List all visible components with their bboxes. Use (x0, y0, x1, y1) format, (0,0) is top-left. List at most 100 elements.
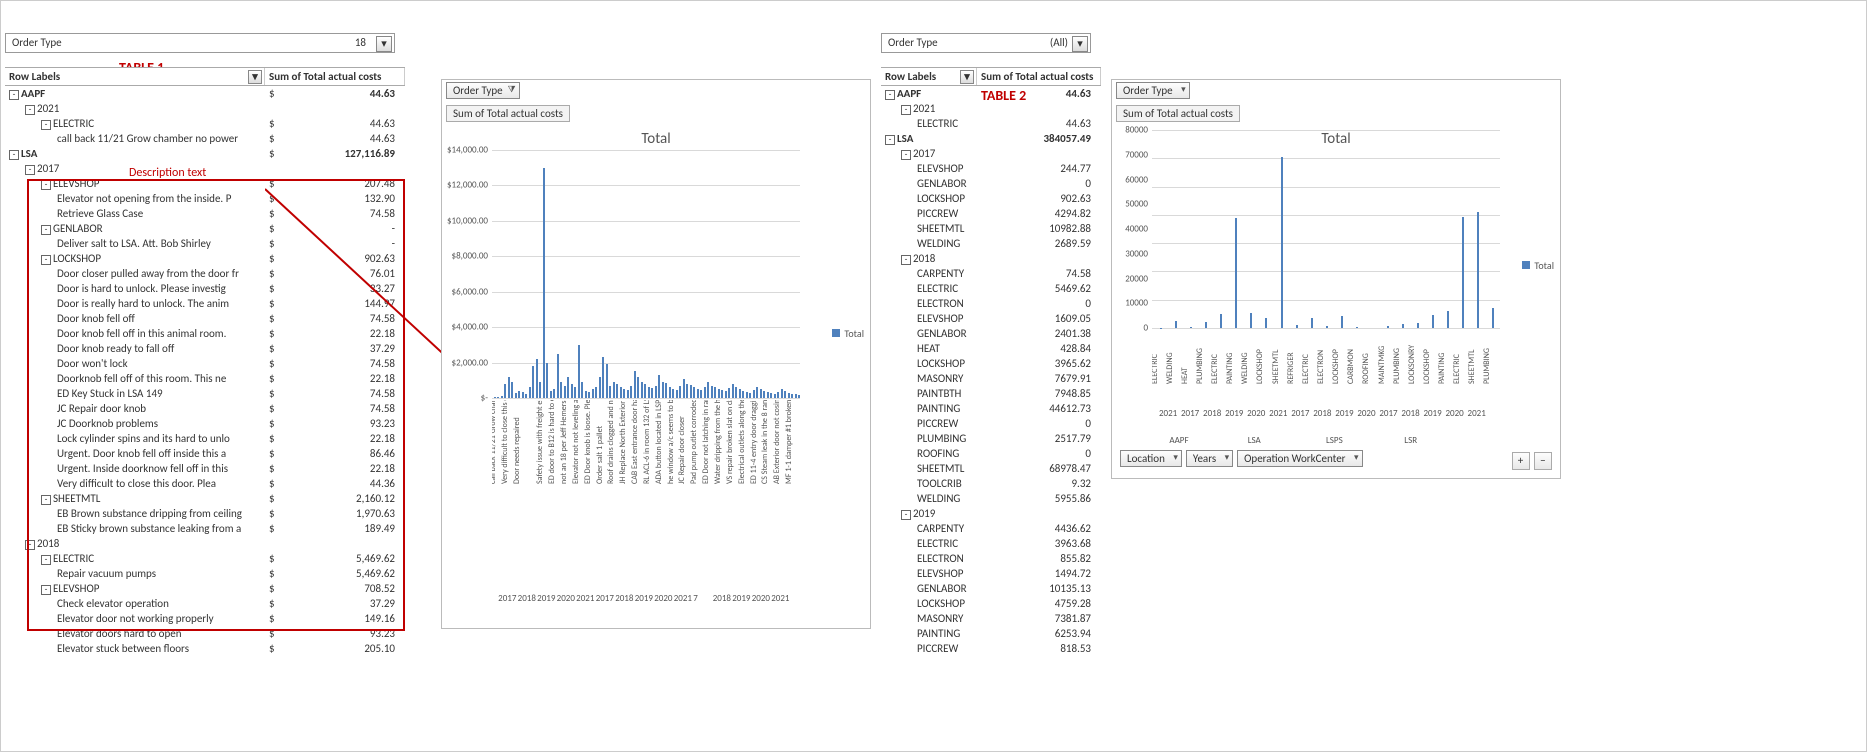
table-row[interactable]: Elevator stuck between floors$205.10 (5, 641, 405, 656)
table-row[interactable]: -AAPF$44.63 (5, 86, 405, 101)
table-row[interactable]: PICCREW0 (881, 416, 1101, 431)
expand-collapse-icon[interactable]: - (901, 150, 911, 160)
table-row[interactable]: ELECTRIC5469.62 (881, 281, 1101, 296)
table-row[interactable]: Door is really hard to unlock. The anim$… (5, 296, 405, 311)
expand-collapse-icon[interactable]: - (41, 555, 51, 565)
expand-collapse-icon[interactable]: - (25, 165, 35, 175)
pivot-chart-2[interactable]: Order Type Sum of Total actual costs Tot… (1111, 79, 1561, 479)
table-row[interactable]: Doorknob fell off of this room. This ne$… (5, 371, 405, 386)
chart2-expand-button[interactable]: + (1512, 452, 1530, 470)
table-row[interactable]: GENLABOR10135.13 (881, 581, 1101, 596)
table-row[interactable]: -ELEVSHOP$207.48 (5, 176, 405, 191)
table-row[interactable]: MASONRY7679.91 (881, 371, 1101, 386)
table-row[interactable]: -2017 (881, 146, 1101, 161)
table-row[interactable]: Urgent. Door knob fell off inside this a… (5, 446, 405, 461)
chart2-ordertype-slicer[interactable]: Order Type (1116, 82, 1190, 99)
table-row[interactable]: CARPENTY74.58 (881, 266, 1101, 281)
table-row[interactable]: -2018 (881, 251, 1101, 266)
table-row[interactable]: PICCREW4294.82 (881, 206, 1101, 221)
expand-collapse-icon[interactable]: - (41, 120, 51, 130)
table-row[interactable]: ELECTRON855.82 (881, 551, 1101, 566)
expand-collapse-icon[interactable]: - (25, 105, 35, 115)
table-row[interactable]: WELDING5955.86 (881, 491, 1101, 506)
table-row[interactable]: ELEVSHOP1609.05 (881, 311, 1101, 326)
table-row[interactable]: LOCKSHOP902.63 (881, 191, 1101, 206)
expand-collapse-icon[interactable]: - (901, 105, 911, 115)
table-row[interactable]: JC Repair door knob$74.58 (5, 401, 405, 416)
table-row[interactable]: ROOFING0 (881, 446, 1101, 461)
table-row[interactable]: ELECTRIC3963.68 (881, 536, 1101, 551)
expand-collapse-icon[interactable]: - (901, 510, 911, 520)
chart1-value-button[interactable]: Sum of Total actual costs (446, 105, 570, 122)
rowlabels-dropdown-2[interactable]: ▾ (960, 70, 974, 84)
table-row[interactable]: Deliver salt to LSA. Att. Bob Shirley$- (5, 236, 405, 251)
table-row[interactable]: Elevator not opening from the inside. P$… (5, 191, 405, 206)
table-row[interactable]: ELECTRON0 (881, 296, 1101, 311)
table-row[interactable]: Door is hard to unlock. Please investig$… (5, 281, 405, 296)
table-row[interactable]: -AAPF44.63 (881, 86, 1101, 101)
expand-collapse-icon[interactable]: - (41, 180, 51, 190)
filter1-dropdown[interactable]: ▾ (376, 36, 392, 52)
table-row[interactable]: ED Key Stuck in LSA 149$74.58 (5, 386, 405, 401)
table-row[interactable]: JC Doorknob problems$93.23 (5, 416, 405, 431)
table-row[interactable]: -ELECTRIC$5,469.62 (5, 551, 405, 566)
table-row[interactable]: PICCREW818.53 (881, 641, 1101, 656)
expand-collapse-icon[interactable]: - (885, 135, 895, 145)
table-row[interactable]: PLUMBING2517.79 (881, 431, 1101, 446)
table-row[interactable]: SHEETMTL10982.88 (881, 221, 1101, 236)
expand-collapse-icon[interactable]: - (9, 90, 19, 100)
pivot-chart-1[interactable]: Order Type Sum of Total actual costs Tot… (441, 79, 871, 629)
table-row[interactable]: -GENLABOR$- (5, 221, 405, 236)
table-row[interactable]: SHEETMTL68978.47 (881, 461, 1101, 476)
table-row[interactable]: -2021 (881, 101, 1101, 116)
expand-collapse-icon[interactable]: - (41, 585, 51, 595)
filter2-dropdown[interactable]: ▾ (1072, 36, 1088, 52)
table-row[interactable]: -2019 (881, 506, 1101, 521)
table-row[interactable]: ELEVSHOP1494.72 (881, 566, 1101, 581)
chart2-field-slicer[interactable]: Operation WorkCenter (1237, 450, 1362, 467)
table-row[interactable]: ELEVSHOP244.77 (881, 161, 1101, 176)
table-row[interactable]: PAINTING44612.73 (881, 401, 1101, 416)
table-row[interactable]: EB Sticky brown substance leaking from a… (5, 521, 405, 536)
expand-collapse-icon[interactable]: - (9, 150, 19, 160)
chart2-field-slicer[interactable]: Years (1186, 450, 1233, 467)
table-row[interactable]: -LSA384057.49 (881, 131, 1101, 146)
table-row[interactable]: Door knob fell off$74.58 (5, 311, 405, 326)
chart2-collapse-button[interactable]: − (1534, 452, 1552, 470)
table-row[interactable]: -2017 (5, 161, 405, 176)
table-row[interactable]: -SHEETMTL$2,160.12 (5, 491, 405, 506)
table-row[interactable]: Elevator door not working properly$149.1… (5, 611, 405, 626)
table-row[interactable]: HEAT428.84 (881, 341, 1101, 356)
table-row[interactable]: PAINTING6253.94 (881, 626, 1101, 641)
table-row[interactable]: -ELECTRIC$44.63 (5, 116, 405, 131)
expand-collapse-icon[interactable]: - (885, 90, 895, 100)
table-row[interactable]: -2018 (5, 536, 405, 551)
table-row[interactable]: Urgent. Inside doorknow fell off in this… (5, 461, 405, 476)
table-row[interactable]: LOCKSHOP3965.62 (881, 356, 1101, 371)
table-row[interactable]: -2021 (5, 101, 405, 116)
table-row[interactable]: Very difficult to close this door. Plea$… (5, 476, 405, 491)
table-row[interactable]: -LOCKSHOP$902.63 (5, 251, 405, 266)
chart1-ordertype-slicer[interactable]: Order Type (446, 82, 520, 99)
rowlabels-dropdown[interactable]: ▾ (248, 70, 262, 84)
table-row[interactable]: call back 11/21 Grow chamber no power$44… (5, 131, 405, 146)
table-row[interactable]: MASONRY7381.87 (881, 611, 1101, 626)
table-row[interactable]: Retrieve Glass Case$74.58 (5, 206, 405, 221)
table-row[interactable]: Door closer pulled away from the door fr… (5, 266, 405, 281)
table-row[interactable]: -LSA$127,116.89 (5, 146, 405, 161)
chart2-field-slicer[interactable]: Location (1120, 450, 1182, 467)
expand-collapse-icon[interactable]: - (41, 495, 51, 505)
table-row[interactable]: GENLABOR2401.38 (881, 326, 1101, 341)
table-row[interactable]: Door knob ready to fall off$37.29 (5, 341, 405, 356)
table-row[interactable]: PAINTBTH7948.85 (881, 386, 1101, 401)
table-row[interactable]: EB Brown substance dripping from ceiling… (5, 506, 405, 521)
table-row[interactable]: -ELEVSHOP$708.52 (5, 581, 405, 596)
table-row[interactable]: Lock cylinder spins and its hard to unlo… (5, 431, 405, 446)
expand-collapse-icon[interactable]: - (25, 540, 35, 550)
table-row[interactable]: WELDING2689.59 (881, 236, 1101, 251)
expand-collapse-icon[interactable]: - (901, 255, 911, 265)
expand-collapse-icon[interactable]: - (41, 225, 51, 235)
table-row[interactable]: Elevator doors hard to open$93.23 (5, 626, 405, 641)
table-row[interactable]: Check elevator operation$37.29 (5, 596, 405, 611)
table-row[interactable]: LOCKSHOP4759.28 (881, 596, 1101, 611)
